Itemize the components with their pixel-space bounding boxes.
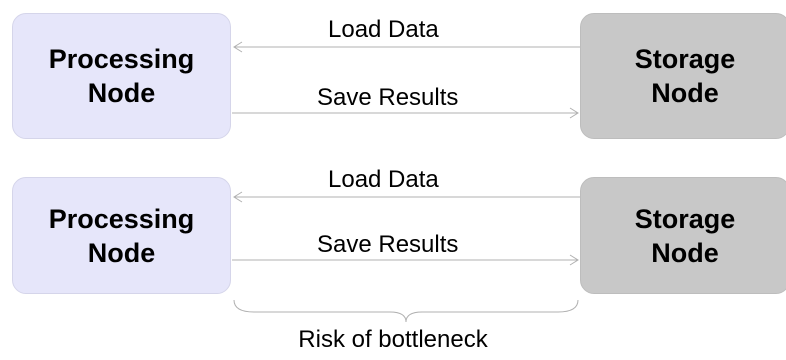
processing-node-1-label-line1: Processing — [48, 44, 195, 74]
processing-node-1-label-line2: Node — [87, 78, 156, 108]
save-results-label-2: Save Results — [317, 231, 459, 258]
bottleneck-brace — [233, 299, 579, 323]
storage-node-2: Storage Node — [580, 177, 786, 294]
storage-node-1-label-line1: Storage — [634, 44, 736, 74]
processing-node-2: Processing Node — [12, 177, 231, 294]
bottleneck-caption: Risk of bottleneck — [298, 326, 488, 353]
storage-node-2-label-line1: Storage — [634, 203, 736, 234]
load-data-label-1: Load Data — [328, 16, 439, 43]
storage-node-2-label-line2: Node — [651, 237, 719, 268]
processing-node-1: Processing Node — [12, 13, 231, 139]
processing-node-2-label-line2: Node — [87, 237, 156, 268]
storage-node-1: Storage Node — [580, 13, 786, 139]
processing-node-2-label-line1: Processing — [48, 203, 195, 234]
save-results-label-1: Save Results — [317, 84, 459, 111]
load-data-label-2: Load Data — [328, 166, 439, 193]
storage-node-1-label-line2: Node — [651, 78, 719, 108]
